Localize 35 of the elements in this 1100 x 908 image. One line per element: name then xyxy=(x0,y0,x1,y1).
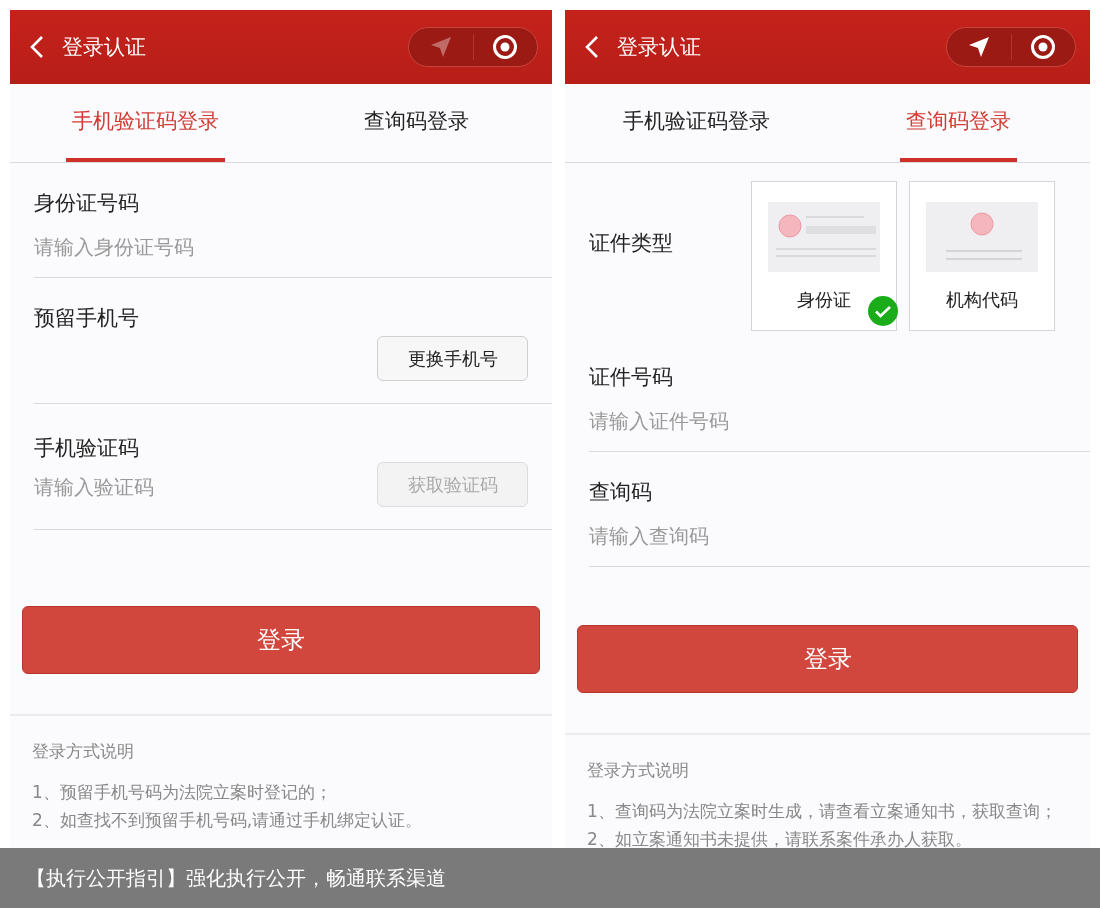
notes-title: 登录方式说明 xyxy=(587,759,690,782)
field-label: 证件号码 xyxy=(589,364,674,391)
input-field[interactable]: 请输入验证码 xyxy=(34,470,294,503)
note-text: 2、如查找不到预留手机号码,请通过手机绑定认证。 xyxy=(32,809,424,831)
document-type-card[interactable]: 机构代码 xyxy=(909,181,1055,331)
back-icon[interactable] xyxy=(585,35,599,59)
field-label: 身份证号码 xyxy=(34,190,140,217)
card-label: 身份证 xyxy=(797,288,851,312)
note-text: 2、如立案通知书未提供，请联系案件承办人获取。 xyxy=(587,828,973,850)
login-tab[interactable]: 查询码登录 xyxy=(827,84,1090,162)
back-icon[interactable] xyxy=(30,35,44,59)
field-label: 查询码 xyxy=(589,479,653,506)
input-field[interactable]: 请输入查询码 xyxy=(589,520,849,552)
header-title: 登录认证 xyxy=(617,34,702,61)
notes-title: 登录方式说明 xyxy=(32,740,135,763)
login-tab[interactable]: 手机验证码登录 xyxy=(565,84,828,162)
target-icon[interactable] xyxy=(492,34,519,60)
location-arrow-icon[interactable] xyxy=(967,36,990,58)
field-label: 手机验证码 xyxy=(34,435,140,462)
login-tab[interactable]: 查询码登录 xyxy=(281,84,552,162)
note-text: 1、查询码为法院立案时生成，请查看立案通知书，获取查询； xyxy=(587,800,1058,822)
document-type-card[interactable]: 身份证 xyxy=(751,181,897,331)
target-icon[interactable] xyxy=(1030,34,1057,60)
change-phone-button[interactable]: 更换手机号 xyxy=(377,336,528,381)
login-button[interactable]: 登录 xyxy=(22,606,540,674)
input-field[interactable]: 请输入身份证号码 xyxy=(34,231,294,263)
login-button[interactable]: 登录 xyxy=(577,625,1078,693)
field-label: 证件类型 xyxy=(589,230,674,257)
card-label: 机构代码 xyxy=(946,288,1018,312)
caption-text: 【执行公开指引】强化执行公开，畅通联系渠道 xyxy=(26,864,446,892)
login-tab[interactable]: 手机验证码登录 xyxy=(10,84,281,162)
input-field[interactable]: 请输入证件号码 xyxy=(589,405,849,437)
header-title: 登录认证 xyxy=(62,34,147,61)
field-label: 预留手机号 xyxy=(34,305,140,332)
note-text: 1、预留手机号码为法院立案时登记的； xyxy=(32,781,333,803)
